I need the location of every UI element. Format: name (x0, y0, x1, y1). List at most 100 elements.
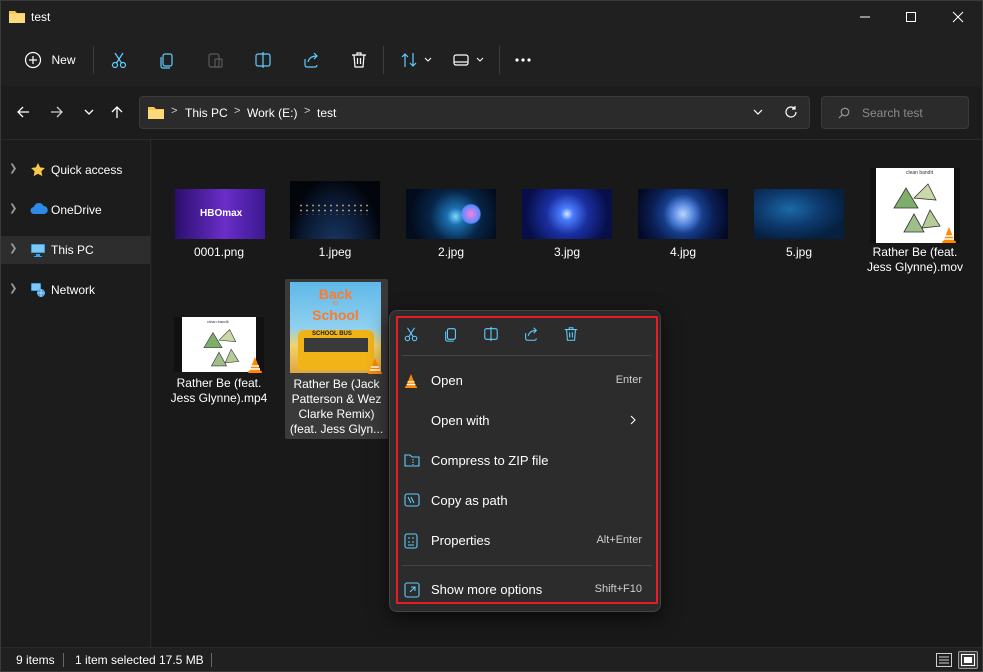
delete-icon (350, 51, 368, 69)
back-button[interactable] (9, 98, 37, 126)
copy-button[interactable] (153, 44, 181, 76)
poster-text-school: School (312, 307, 359, 323)
breadcrumb-work-e[interactable]: Work (E:) (247, 106, 297, 120)
file-item-2-jpg[interactable]: 2.jpg (401, 180, 501, 260)
search-box[interactable]: Search test (821, 96, 969, 129)
context-rename-button[interactable] (478, 321, 504, 347)
zip-icon (404, 453, 420, 467)
toolbar-divider (499, 46, 500, 74)
sidebar-item-onedrive[interactable]: ❯ OneDrive (1, 196, 150, 224)
thumbnail (638, 189, 728, 239)
file-item-rather-be-mp4[interactable]: clean bandit Rather Be (feat. Jess Glynn… (169, 316, 269, 411)
chevron-right-icon[interactable]: ❯ (9, 203, 17, 214)
menu-item-open[interactable]: Open Enter (396, 363, 654, 399)
chevron-right-icon[interactable]: ❯ (9, 243, 17, 254)
up-button[interactable] (103, 98, 131, 126)
large-icons-view-icon[interactable] (958, 651, 978, 669)
thumbnail (754, 189, 844, 239)
file-name: Rather Be (Jack Patterson & Wez Clarke R… (289, 377, 384, 436)
file-item-0001-png[interactable]: HBOmax 0001.png (169, 180, 269, 260)
cut-button[interactable] (105, 44, 133, 76)
chevron-down-icon (424, 57, 432, 63)
new-label: New (51, 53, 76, 67)
monitor-icon (30, 242, 46, 258)
file-item-rather-be-mov[interactable]: clean bandit Rather Be (feat. Jess Glynn… (865, 168, 965, 278)
navigation-pane: ❯ Quick access ❯ OneDrive ❯ This PC ❯ Ne… (1, 140, 151, 647)
arrow-up-icon (110, 105, 124, 119)
title-bar[interactable]: test (1, 1, 982, 34)
new-button[interactable]: New (19, 44, 81, 76)
chevron-right-icon[interactable]: ❯ (9, 283, 17, 294)
vlc-icon (941, 226, 957, 244)
context-share-button[interactable] (518, 321, 544, 347)
file-name: 3.jpg (553, 245, 581, 259)
breadcrumb-separator: > (171, 105, 178, 117)
file-item-5-jpg[interactable]: 5.jpg (749, 180, 849, 260)
address-row: > This PC > Work (E:) > test Search test (1, 86, 982, 140)
menu-divider (402, 355, 652, 356)
address-bar[interactable]: > This PC > Work (E:) > test (139, 96, 810, 129)
menu-item-compress-zip[interactable]: Compress to ZIP file (396, 443, 654, 479)
file-name: 2.jpg (437, 245, 465, 259)
cut-icon (110, 51, 128, 69)
close-button[interactable] (935, 1, 981, 33)
chevron-right-icon (630, 415, 636, 425)
share-icon (523, 326, 539, 342)
menu-item-show-more-options[interactable]: Show more options Shift+F10 (396, 572, 654, 608)
chevron-down-icon[interactable] (753, 109, 763, 115)
more-options-icon (404, 582, 420, 598)
paste-button[interactable] (201, 44, 229, 76)
delete-button[interactable] (345, 44, 373, 76)
status-bar: 9 items 1 item selected 17.5 MB (1, 647, 982, 671)
refresh-icon[interactable] (784, 105, 798, 119)
album-text: clean bandit (207, 319, 229, 324)
search-input[interactable]: Search test (862, 106, 923, 120)
rename-button[interactable] (249, 44, 277, 76)
menu-item-properties[interactable]: Properties Alt+Enter (396, 523, 654, 559)
sort-button[interactable] (395, 44, 437, 76)
context-copy-button[interactable] (438, 321, 464, 347)
minimize-button[interactable] (842, 1, 888, 33)
more-button[interactable] (509, 44, 537, 76)
menu-divider (402, 565, 652, 566)
breadcrumb-test[interactable]: test (317, 106, 336, 120)
context-menu: Open Enter Open with Compress to ZIP fil… (389, 310, 661, 612)
file-item-3-jpg[interactable]: 3.jpg (517, 180, 617, 260)
file-item-rather-be-remix[interactable]: Back to School SCHOOL BUS Rather Be (Jac… (285, 279, 388, 439)
chevron-down-icon (476, 57, 484, 63)
bus-sign: SCHOOL BUS (312, 331, 352, 337)
menu-item-label: Properties (431, 533, 491, 548)
sidebar-item-quick-access[interactable]: ❯ Quick access (1, 156, 150, 184)
vlc-icon (367, 357, 383, 375)
breadcrumb-this-pc[interactable]: This PC (185, 106, 228, 120)
star-icon (30, 162, 46, 178)
file-name: 4.jpg (669, 245, 697, 259)
sidebar-item-network[interactable]: ❯ Network (1, 276, 150, 304)
menu-item-open-with[interactable]: Open with (396, 403, 654, 439)
menu-item-label: Copy as path (431, 493, 508, 508)
recent-locations-button[interactable] (75, 98, 103, 126)
context-delete-button[interactable] (558, 321, 584, 347)
context-cut-button[interactable] (398, 321, 424, 347)
file-item-4-jpg[interactable]: 4.jpg (633, 180, 733, 260)
properties-icon (404, 533, 418, 549)
file-name: 1.jpeg (318, 245, 352, 259)
file-item-1-jpeg[interactable]: 1.jpeg (285, 180, 385, 260)
menu-item-copy-as-path[interactable]: Copy as path (396, 483, 654, 519)
network-icon (30, 282, 46, 298)
selection-count: 1 item selected (75, 653, 156, 667)
vlc-icon (247, 356, 263, 374)
status-divider (63, 653, 64, 667)
more-icon (514, 57, 532, 63)
sidebar-item-label: This PC (51, 243, 94, 257)
forward-button[interactable] (43, 98, 71, 126)
window-title: test (31, 10, 51, 24)
sidebar-item-this-pc[interactable]: ❯ This PC (1, 236, 150, 264)
chevron-right-icon[interactable]: ❯ (9, 163, 17, 174)
view-button[interactable] (447, 44, 489, 76)
details-view-icon[interactable] (936, 653, 952, 667)
toolbar-divider (383, 46, 384, 74)
share-button[interactable] (297, 44, 325, 76)
delete-icon (563, 326, 579, 342)
maximize-button[interactable] (888, 1, 934, 33)
